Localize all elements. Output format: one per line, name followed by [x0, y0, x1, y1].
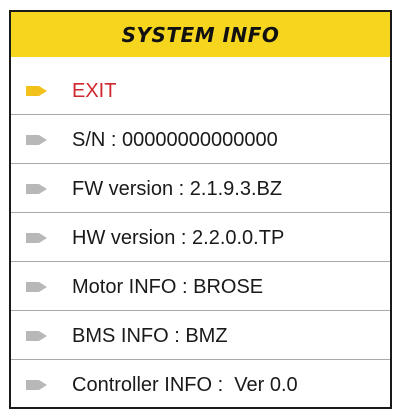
- menu-item-label: Controller INFO : Ver 0.0: [72, 374, 298, 396]
- arrow-pointer-icon: [26, 331, 47, 341]
- menu-item-motor-info[interactable]: Motor INFO : BROSE: [11, 273, 390, 322]
- arrow-pointer-icon: [26, 184, 47, 194]
- arrow-pointer-icon: [26, 135, 47, 145]
- system-info-menu: EXIT S/N : 00000000000000 FW version : 2…: [11, 77, 390, 420]
- menu-item-serial-number[interactable]: S/N : 00000000000000: [11, 126, 390, 175]
- divider: [11, 212, 390, 213]
- menu-item-label: S/N : 00000000000000: [72, 129, 278, 151]
- page-title: SYSTEM INFO: [121, 22, 280, 47]
- menu-item-label: FW version : 2.1.9.3.BZ: [72, 178, 283, 200]
- menu-item-fw-version[interactable]: FW version : 2.1.9.3.BZ: [11, 175, 390, 224]
- menu-item-exit[interactable]: EXIT: [11, 77, 390, 126]
- menu-item-label: EXIT: [72, 80, 117, 102]
- header-bar: SYSTEM INFO: [11, 12, 390, 57]
- divider: [11, 359, 390, 360]
- divider: [11, 261, 390, 262]
- menu-item-hw-version[interactable]: HW version : 2.2.0.0.TP: [11, 224, 390, 273]
- arrow-pointer-icon: [26, 233, 47, 243]
- menu-item-bms-info[interactable]: BMS INFO : BMZ: [11, 322, 390, 371]
- arrow-pointer-icon: [26, 86, 47, 96]
- system-info-panel: SYSTEM INFO EXIT S/N : 00000000000000 FW…: [9, 10, 392, 409]
- menu-item-controller-info[interactable]: Controller INFO : Ver 0.0: [11, 371, 390, 420]
- menu-item-label: HW version : 2.2.0.0.TP: [72, 227, 285, 249]
- divider: [11, 163, 390, 164]
- menu-item-label: Motor INFO : BROSE: [72, 276, 264, 298]
- arrow-pointer-icon: [26, 380, 47, 390]
- divider: [11, 114, 390, 115]
- divider: [11, 310, 390, 311]
- arrow-pointer-icon: [26, 282, 47, 292]
- menu-item-label: BMS INFO : BMZ: [72, 325, 228, 347]
